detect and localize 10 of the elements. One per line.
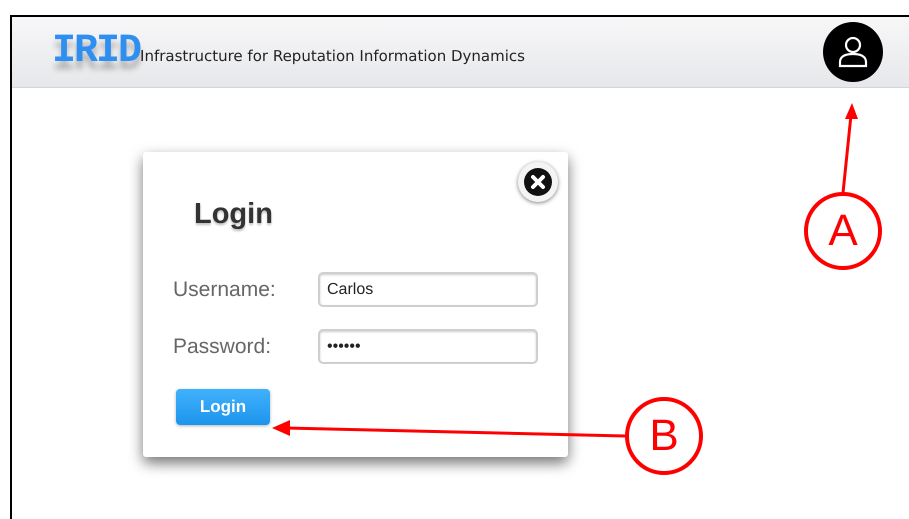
field-label: Password:	[173, 334, 272, 360]
input-field[interactable]: Carlos	[318, 272, 538, 307]
close-icon	[523, 167, 553, 197]
input-field[interactable]: ••••••	[318, 329, 538, 364]
user-icon	[837, 35, 869, 69]
dialog-title: Login	[194, 200, 274, 229]
field-label: Username:	[173, 276, 277, 303]
close-button[interactable]	[518, 162, 558, 202]
app-subtitle: Infrastructure for Reputation Information Dynamics	[140, 46, 525, 67]
logo: IRID	[52, 32, 140, 72]
